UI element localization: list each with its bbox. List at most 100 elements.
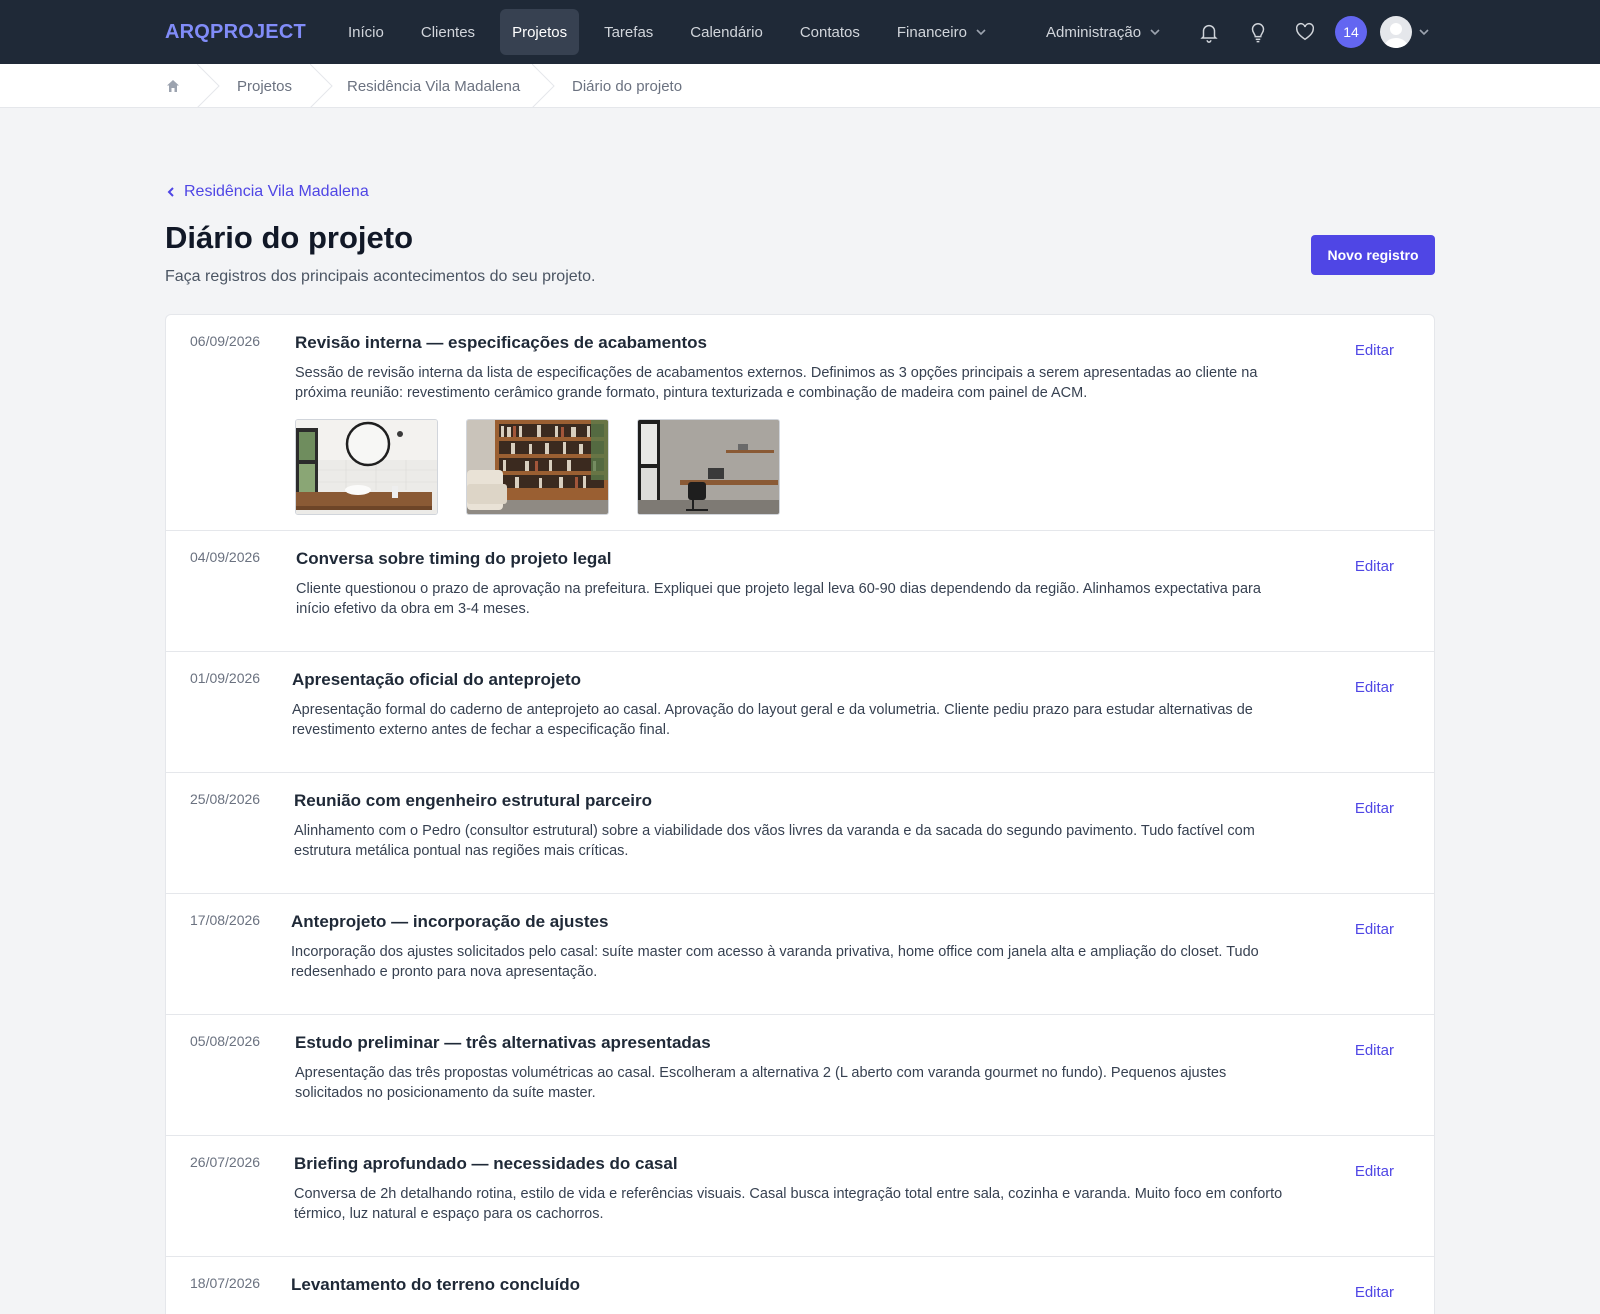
nav-item-label: Contatos — [799, 23, 860, 41]
favorites-button[interactable] — [1292, 19, 1318, 45]
breadcrumb-separator — [532, 64, 555, 108]
entry-body: Estudo preliminar — três alternativas ap… — [295, 1033, 1295, 1103]
entry-body: Reunião com engenheiro estrutural parcei… — [294, 791, 1294, 861]
home-office-desk-image — [638, 420, 779, 514]
nav-item-label: Início — [348, 23, 384, 41]
entry-title: Briefing aprofundado — necessidades do c… — [294, 1154, 678, 1173]
entry-body: Conversa sobre timing do projeto legal C… — [296, 549, 1296, 619]
entry-title: Revisão interna — especificações de acab… — [295, 333, 707, 352]
chevron-down-icon — [976, 29, 986, 36]
entry-date: 25/08/2026 — [190, 791, 261, 807]
image-thumbnail-bookshelf[interactable] — [466, 419, 609, 515]
entry-description: Alinhamento com o Pedro (consultor estru… — [294, 823, 1255, 859]
diary-entry: 01/09/2026 Apresentação oficial do antep… — [166, 652, 1434, 773]
nav-item-label: Tarefas — [604, 23, 654, 41]
nav-item-label: Financeiro — [896, 23, 967, 41]
chevron-left-icon — [167, 187, 174, 197]
edit-entry-button[interactable]: Editar — [1355, 1042, 1394, 1059]
user-avatar-icon — [1384, 23, 1408, 48]
nav-item-tarefas[interactable]: Tarefas — [592, 9, 665, 55]
entry-description: Apresentação formal do caderno de antepr… — [292, 702, 1253, 738]
edit-entry-button[interactable]: Editar — [1355, 921, 1394, 938]
edit-entry-button[interactable]: Editar — [1355, 1284, 1394, 1301]
entry-title: Conversa sobre timing do projeto legal — [296, 549, 612, 568]
entry-body: Levantamento do terreno concluído — [291, 1275, 1291, 1305]
nav-item-label: Clientes — [420, 23, 476, 41]
breadcrumb-item-project[interactable]: Residência Vila Madalena — [347, 78, 520, 95]
entry-title: Estudo preliminar — três alternativas ap… — [295, 1033, 711, 1052]
entry-date: 06/09/2026 — [190, 333, 261, 349]
notifications-button[interactable] — [1196, 19, 1222, 45]
diary-entry: 18/07/2026 Levantamento do terreno concl… — [166, 1257, 1434, 1314]
nav-item-clientes[interactable]: Clientes — [409, 9, 487, 55]
notification-count-badge[interactable]: 14 — [1335, 16, 1367, 48]
ideas-button[interactable] — [1245, 19, 1271, 45]
lightbulb-icon — [1251, 23, 1265, 43]
entry-title: Levantamento do terreno concluído — [291, 1275, 581, 1294]
nav-item-calendario[interactable]: Calendário — [678, 9, 775, 55]
chevron-down-icon — [1150, 29, 1160, 36]
heart-icon — [1295, 22, 1315, 41]
user-avatar[interactable] — [1380, 16, 1412, 48]
edit-entry-button[interactable]: Editar — [1355, 342, 1394, 359]
entry-description: Cliente questionou o prazo de aprovação … — [296, 581, 1261, 617]
nav-item-projetos[interactable]: Projetos — [500, 9, 580, 55]
nav-item-financeiro[interactable]: Financeiro — [885, 9, 999, 55]
entry-title: Anteprojeto — incorporação de ajustes — [291, 912, 609, 931]
entry-description: Incorporação dos ajustes solicitados pel… — [291, 944, 1259, 980]
breadcrumb-item-current: Diário do projeto — [572, 78, 683, 95]
top-navbar: ARQPROJECT Início Clientes Projetos Tare… — [0, 0, 1600, 64]
entry-body: Anteprojeto — incorporação de ajustes In… — [291, 912, 1291, 982]
entry-date: 18/07/2026 — [190, 1275, 261, 1291]
breadcrumb-separator — [197, 64, 220, 108]
nav-item-inicio[interactable]: Início — [336, 9, 396, 55]
back-to-project-link[interactable]: Residência Vila Madalena — [166, 183, 369, 201]
entry-date: 04/09/2026 — [190, 549, 261, 565]
entry-date: 01/09/2026 — [190, 670, 261, 686]
entry-body: Apresentação oficial do anteprojeto Apre… — [292, 670, 1292, 740]
nav-item-label: Administração — [1046, 23, 1142, 41]
page-title: Diário do projeto — [165, 220, 413, 255]
nav-item-administracao[interactable]: Administração — [1036, 9, 1171, 55]
nav-item-label: Calendário — [690, 23, 763, 41]
edit-entry-button[interactable]: Editar — [1355, 1163, 1394, 1180]
entry-images — [295, 419, 1295, 515]
diary-entry: 04/09/2026 Conversa sobre timing do proj… — [166, 531, 1434, 652]
breadcrumb-item-projetos[interactable]: Projetos — [237, 78, 292, 95]
diary-entry: 05/08/2026 Estudo preliminar — três alte… — [166, 1015, 1434, 1136]
entry-body: Revisão interna — especificações de acab… — [295, 333, 1295, 515]
image-thumbnail-bathroom[interactable] — [295, 419, 438, 515]
diary-entry: 06/09/2026 Revisão interna — especificaç… — [166, 315, 1434, 531]
entry-title: Reunião com engenheiro estrutural parcei… — [294, 791, 653, 810]
entry-body: Briefing aprofundado — necessidades do c… — [294, 1154, 1294, 1224]
main-nav: Início Clientes Projetos Tarefas Calendá… — [336, 9, 1012, 55]
chevron-down-icon[interactable] — [1418, 26, 1430, 38]
breadcrumb: Projetos Residência Vila Madalena Diário… — [0, 64, 1600, 108]
diary-entry: 26/07/2026 Briefing aprofundado — necess… — [166, 1136, 1434, 1257]
nav-item-label: Projetos — [512, 23, 568, 41]
diary-entry: 25/08/2026 Reunião com engenheiro estrut… — [166, 773, 1434, 894]
breadcrumb-separator — [310, 64, 333, 108]
edit-entry-button[interactable]: Editar — [1355, 558, 1394, 575]
new-entry-button[interactable]: Novo registro — [1311, 235, 1435, 275]
diary-entries-list: 06/09/2026 Revisão interna — especificaç… — [165, 314, 1435, 1314]
app-logo[interactable]: ARQPROJECT — [165, 21, 306, 44]
bell-icon — [1200, 24, 1218, 43]
entry-title: Apresentação oficial do anteprojeto — [292, 670, 582, 689]
page-subtitle: Faça registros dos principais acontecime… — [165, 268, 596, 285]
bathroom-vanity-image — [296, 420, 437, 514]
entry-date: 05/08/2026 — [190, 1033, 261, 1049]
edit-entry-button[interactable]: Editar — [1355, 800, 1394, 817]
nav-item-contatos[interactable]: Contatos — [788, 9, 872, 55]
back-link-label: Residência Vila Madalena — [184, 183, 369, 200]
entry-description: Conversa de 2h detalhando rotina, estilo… — [294, 1186, 1283, 1222]
entry-description: Apresentação das três propostas volumétr… — [295, 1065, 1227, 1101]
entry-date: 26/07/2026 — [190, 1154, 261, 1170]
image-thumbnail-home-office[interactable] — [637, 419, 780, 515]
home-icon[interactable] — [166, 79, 180, 93]
entry-date: 17/08/2026 — [190, 912, 261, 928]
diary-entry: 17/08/2026 Anteprojeto — incorporação de… — [166, 894, 1434, 1015]
entry-description: Sessão de revisão interna da lista de es… — [295, 365, 1258, 401]
edit-entry-button[interactable]: Editar — [1355, 679, 1394, 696]
bookshelf-library-image — [467, 420, 608, 514]
